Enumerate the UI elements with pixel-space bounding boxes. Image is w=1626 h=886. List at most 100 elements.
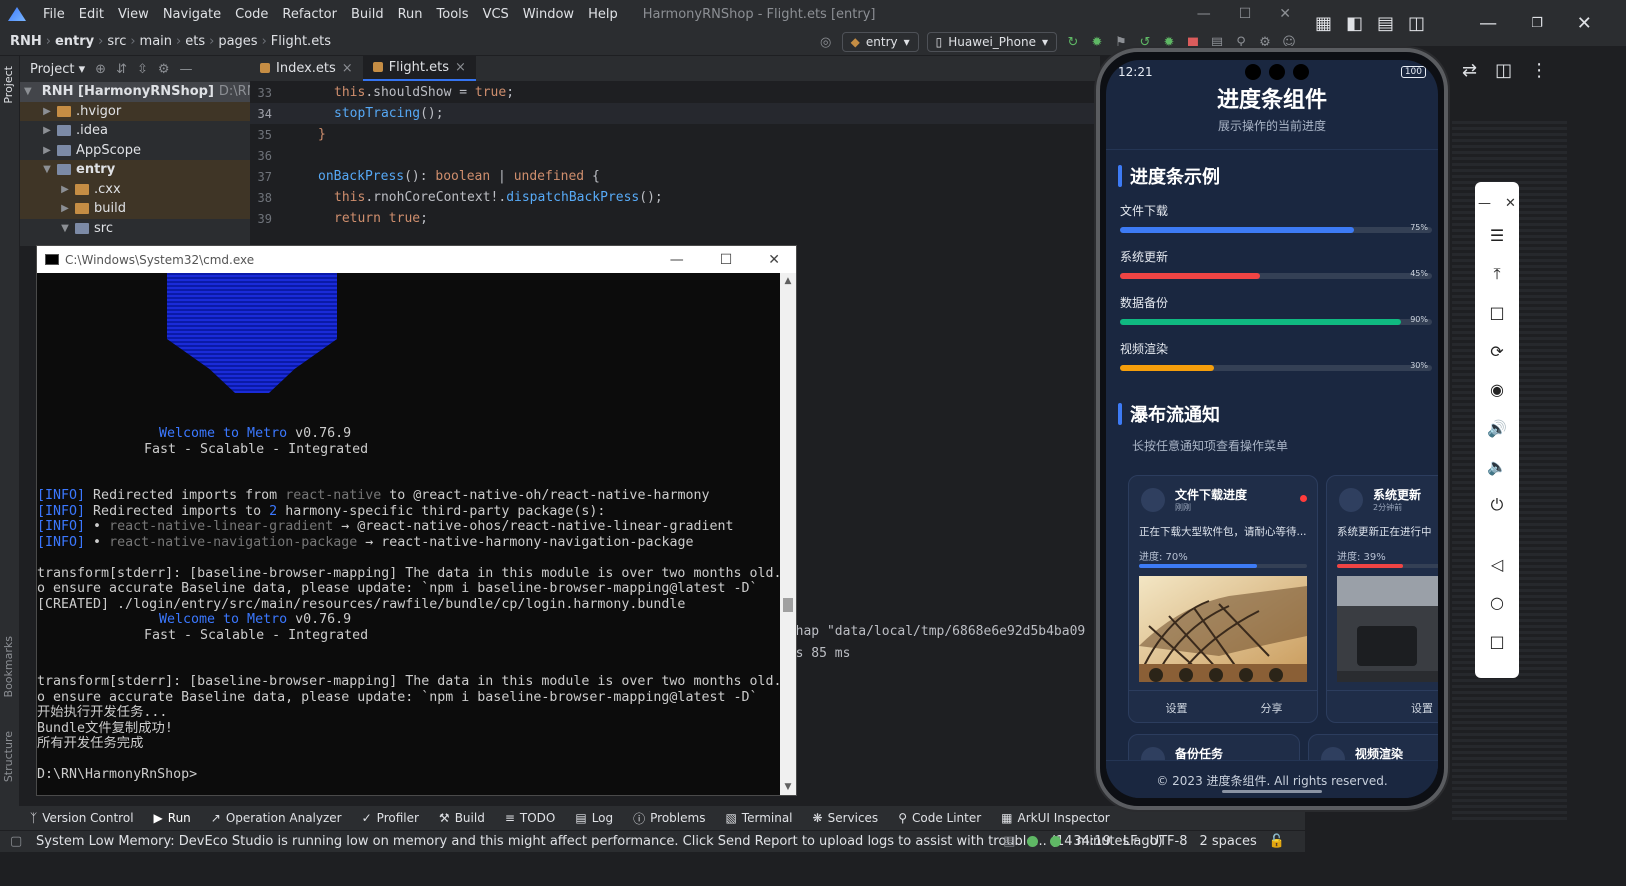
cmd-scrollbar[interactable]: ▲ ▼ — [780, 273, 796, 795]
home-indicator[interactable] — [1222, 790, 1322, 793]
project-view-select[interactable]: Project ▾ — [30, 62, 85, 77]
crop-icon[interactable]: □ — [1475, 293, 1519, 332]
run-config-select[interactable]: ◆ entry ▾ — [841, 32, 919, 52]
file-encoding[interactable]: UTF-8 — [1150, 834, 1188, 849]
minimize-icon[interactable]: — — [1197, 6, 1211, 22]
sync-icon[interactable]: ⇄ — [1462, 60, 1477, 81]
minimize-icon[interactable]: — — [1479, 13, 1497, 34]
hide-panel-icon[interactable]: — — [180, 62, 193, 77]
locate-icon[interactable]: ⊕ — [95, 62, 106, 77]
chevron-down-icon[interactable]: ▼ — [60, 223, 70, 234]
collapse-all-icon[interactable]: ⇳ — [137, 62, 148, 77]
power-icon[interactable]: ⏻ — [1475, 486, 1519, 525]
tree-item-build[interactable]: ▶ build — [20, 199, 250, 219]
panel-toggle-icon[interactable]: ▢ — [10, 834, 22, 849]
notification-card[interactable]: 文件下载进度 刚刚 正在下载大型软件包，请耐心等待... 进度: 70% 设置 … — [1128, 475, 1318, 723]
volume-down-icon[interactable]: 🔈 — [1475, 448, 1519, 487]
more-icon[interactable]: ⋮ — [1530, 60, 1548, 81]
cmd-output[interactable]: Welcome to Metro v0.76.9 Fast - Scalable … — [37, 273, 781, 795]
menu-file[interactable]: File — [36, 7, 72, 22]
debug-icon[interactable]: ✹ — [1089, 34, 1105, 50]
close-icon[interactable]: ✕ — [1279, 6, 1291, 22]
breadcrumb-pages[interactable]: pages — [214, 34, 261, 49]
menu-build[interactable]: Build — [344, 7, 391, 22]
minimize-icon[interactable]: — — [670, 252, 684, 268]
menu-tools[interactable]: Tools — [430, 7, 476, 22]
tree-item-idea[interactable]: ▶ .idea — [20, 121, 250, 141]
recents-icon[interactable]: □ — [1475, 622, 1519, 661]
tree-item-cxx[interactable]: ▶ .cxx — [20, 179, 250, 199]
menu-window[interactable]: Window — [516, 7, 581, 22]
device-select[interactable]: ▯ Huawei_Phone ▾ — [926, 32, 1057, 52]
menu-edit[interactable]: Edit — [72, 7, 111, 22]
tool-arkui-inspector[interactable]: ▦ ArkUI Inspector — [1001, 811, 1110, 825]
split-right-icon[interactable]: ◫ — [1408, 13, 1425, 34]
chevron-down-icon[interactable]: ▼ — [42, 164, 52, 175]
split-left-icon[interactable]: ◧ — [1346, 13, 1363, 34]
menu-refactor[interactable]: Refactor — [275, 7, 344, 22]
rotate-icon[interactable]: ⟳ — [1475, 332, 1519, 371]
notification-card[interactable]: 系统更新 2分钟前 系统更新正在进行中 进度: 39% 设置 — [1326, 475, 1438, 723]
volume-up-icon[interactable]: 🔊 — [1475, 409, 1519, 448]
chevron-right-icon[interactable]: ▶ — [60, 203, 70, 214]
menu-navigate[interactable]: Navigate — [156, 7, 228, 22]
scroll-thumb[interactable] — [783, 598, 793, 612]
scroll-down-icon[interactable]: ▼ — [780, 782, 796, 792]
breadcrumb-module[interactable]: entry — [51, 34, 98, 49]
lock-icon[interactable]: 🔓 — [1269, 834, 1285, 849]
back-icon[interactable]: ◁ — [1475, 545, 1519, 584]
tool-problems[interactable]: ⓘ Problems — [633, 810, 705, 827]
tool-profiler[interactable]: ✓ Profiler — [362, 811, 419, 825]
breadcrumb-ets[interactable]: ets — [181, 34, 209, 49]
tool-log[interactable]: ▤ Log — [575, 811, 613, 825]
menu-icon[interactable]: ☰ — [1475, 216, 1519, 255]
breadcrumb-main[interactable]: main — [136, 34, 176, 49]
menu-run[interactable]: Run — [391, 7, 430, 22]
tab-index-ets[interactable]: Index.ets × — [250, 55, 363, 81]
cursor-position[interactable]: 34:19 — [1073, 834, 1110, 849]
minimize-icon[interactable]: — — [1478, 196, 1491, 211]
layout-grid-icon[interactable]: ▦ — [1315, 13, 1332, 34]
close-icon[interactable]: ✕ — [768, 252, 780, 268]
project-tool-button[interactable]: Project — [2, 66, 15, 104]
settings-action[interactable]: 设置 — [1166, 700, 1188, 716]
phone-screen[interactable]: 12:21 100 进度条组件 展示操作的当前进度 进度条示例 文件下载 75%… — [1106, 60, 1438, 798]
bookmarks-tool-button[interactable]: Bookmarks — [2, 636, 15, 697]
split-icon[interactable]: ◫ — [1495, 60, 1512, 81]
restore-icon[interactable]: ❐ — [1531, 16, 1543, 31]
maximize-icon[interactable]: ☐ — [1239, 6, 1252, 22]
breadcrumb-project[interactable]: RNH — [6, 34, 46, 49]
settings-action[interactable]: 设置 — [1411, 700, 1433, 716]
tool-terminal[interactable]: ▧ Terminal — [725, 811, 792, 825]
tool-operation-analyzer[interactable]: ↗ Operation Analyzer — [211, 811, 342, 825]
breadcrumb-src[interactable]: src — [103, 34, 130, 49]
attach-debugger-icon[interactable]: ⚑ — [1113, 34, 1129, 50]
memory-icon[interactable]: ▤ — [1003, 834, 1015, 849]
screenshot-icon[interactable]: ◉ — [1475, 370, 1519, 409]
chevron-right-icon[interactable]: ▶ — [42, 125, 52, 136]
tool-services[interactable]: ❋ Services — [813, 811, 879, 825]
chevron-right-icon[interactable]: ▶ — [60, 184, 70, 195]
chevron-right-icon[interactable]: ▶ — [42, 145, 52, 156]
tool-run[interactable]: ▶ Run — [154, 811, 191, 825]
status-message[interactable]: System Low Memory: DevEco Studio is runn… — [36, 834, 1163, 849]
chevron-down-icon[interactable]: ▼ — [24, 86, 32, 97]
tool-build[interactable]: ⚒ Build — [439, 811, 485, 825]
share-action[interactable]: 分享 — [1261, 700, 1283, 716]
target-icon[interactable]: ◎ — [818, 34, 834, 50]
menu-help[interactable]: Help — [581, 7, 625, 22]
indent-setting[interactable]: 2 spaces — [1199, 834, 1256, 849]
tree-item-root[interactable]: ▼ RNH [HarmonyRNShop] D:\RNH — [20, 82, 266, 102]
menu-view[interactable]: View — [111, 7, 156, 22]
menu-code[interactable]: Code — [228, 7, 275, 22]
chevron-right-icon[interactable]: ▶ — [42, 106, 52, 117]
scroll-up-icon[interactable]: ▲ — [780, 273, 796, 286]
close-icon[interactable]: ✕ — [1505, 196, 1516, 211]
structure-tool-button[interactable]: Structure — [2, 731, 15, 782]
breadcrumb-file[interactable]: Flight.ets — [267, 34, 335, 49]
gear-icon[interactable]: ⚙ — [158, 62, 170, 77]
close-tab-icon[interactable]: × — [455, 60, 466, 75]
split-bottom-icon[interactable]: ▤ — [1377, 13, 1394, 34]
line-separator[interactable]: LF — [1123, 834, 1138, 849]
tree-item-hvigor[interactable]: ▶ .hvigor — [20, 101, 250, 121]
